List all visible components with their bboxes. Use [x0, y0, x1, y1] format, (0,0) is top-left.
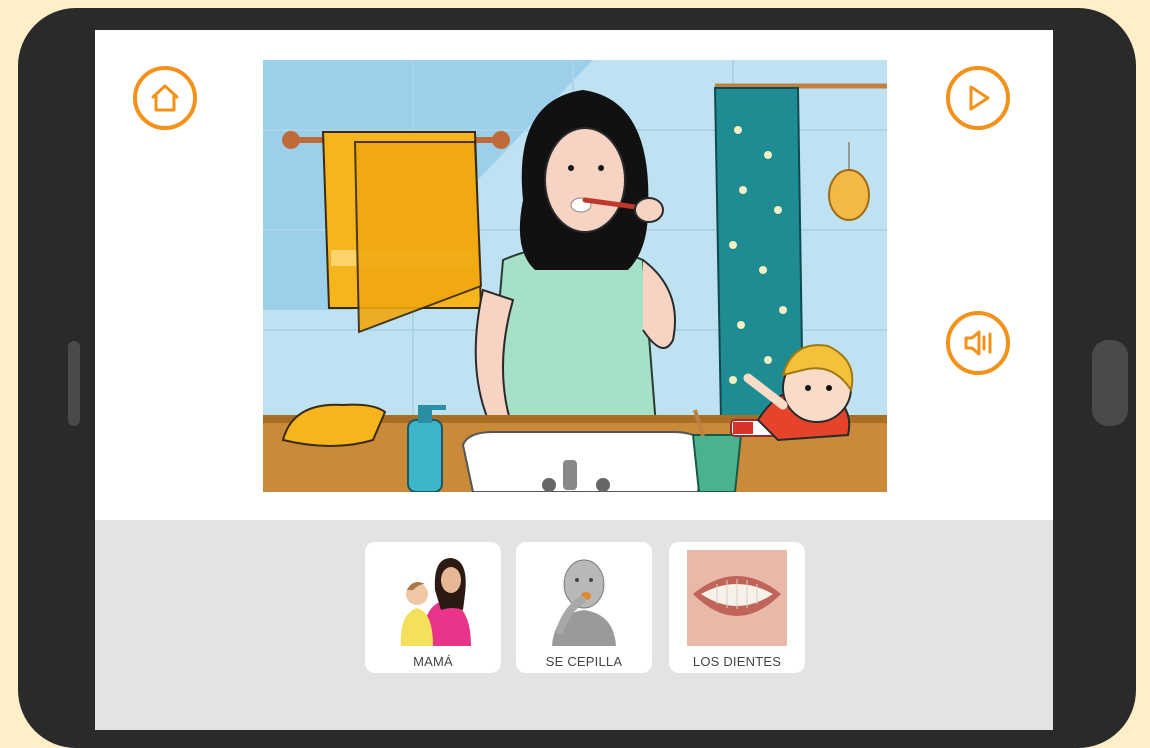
pictogram-label: MAMÁ [413, 654, 453, 669]
home-icon [151, 84, 179, 112]
scene-illustration [263, 60, 887, 492]
teeth-photo-icon [687, 550, 787, 646]
speaker-icon [964, 330, 992, 356]
brushing-figure-icon [534, 550, 634, 646]
pictogram-card-mama[interactable]: MAMÁ [365, 542, 501, 673]
pictogram-tray: MAMÁ SE CEPILLA LOS DIENTES [95, 520, 1053, 730]
pictogram-label: LOS DIENTES [692, 654, 782, 669]
mother-child-photo-icon [383, 550, 483, 646]
pictogram-label: SE CEPILLA [545, 654, 623, 669]
pictogram-card-los-dientes[interactable]: LOS DIENTES [669, 542, 805, 673]
tablet-frame: MAMÁ SE CEPILLA LOS DIENTES [18, 8, 1136, 748]
play-icon [969, 85, 990, 111]
bathroom-illustration [263, 60, 887, 492]
play-button[interactable] [946, 66, 1010, 130]
audio-button[interactable] [946, 311, 1010, 375]
app-screen: MAMÁ SE CEPILLA LOS DIENTES [95, 30, 1053, 730]
pictogram-card-se-cepilla[interactable]: SE CEPILLA [516, 542, 652, 673]
home-button[interactable] [133, 66, 197, 130]
tablet-side-button [68, 341, 80, 426]
tablet-home-button[interactable] [1092, 340, 1128, 426]
